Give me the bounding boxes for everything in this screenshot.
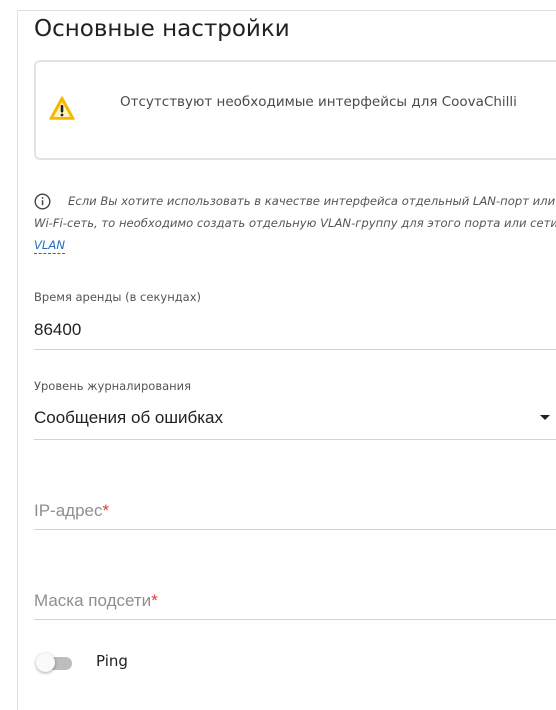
section-title: Основные настройки bbox=[34, 16, 290, 42]
lease-time-label: Время аренды (в секундах) bbox=[34, 290, 202, 304]
caret-down-icon[interactable] bbox=[540, 415, 550, 420]
lease-time-input[interactable]: 86400 bbox=[34, 320, 81, 340]
log-level-select[interactable]: Сообщения об ошибках bbox=[34, 408, 223, 428]
ip-address-underline bbox=[34, 529, 556, 530]
ip-address-input[interactable]: IP-адрес* bbox=[34, 501, 109, 521]
ping-toggle-knob bbox=[36, 653, 55, 672]
ip-address-placeholder: IP-адрес bbox=[34, 501, 103, 520]
log-level-label: Уровень журналирования bbox=[34, 379, 192, 393]
subnet-mask-placeholder: Маска подсети bbox=[34, 591, 152, 610]
log-level-underline bbox=[34, 439, 556, 440]
ping-toggle[interactable] bbox=[36, 653, 76, 673]
subnet-mask-required-mark: * bbox=[151, 591, 158, 610]
vlan-link[interactable]: VLAN bbox=[34, 238, 65, 254]
lease-time-underline bbox=[34, 349, 556, 350]
info-text-body: Если Вы хотите использовать в качестве и… bbox=[34, 194, 556, 230]
info-text: Если Вы хотите использовать в качестве и… bbox=[34, 190, 556, 256]
warning-text: Отсутствуют необходимые интерфейсы для C… bbox=[120, 94, 517, 110]
subnet-mask-input[interactable]: Маска подсети* bbox=[34, 591, 158, 611]
ping-label: Ping bbox=[96, 652, 128, 670]
ip-address-required-mark: * bbox=[102, 501, 110, 520]
warning-icon bbox=[49, 96, 75, 120]
subnet-mask-underline bbox=[34, 619, 556, 620]
